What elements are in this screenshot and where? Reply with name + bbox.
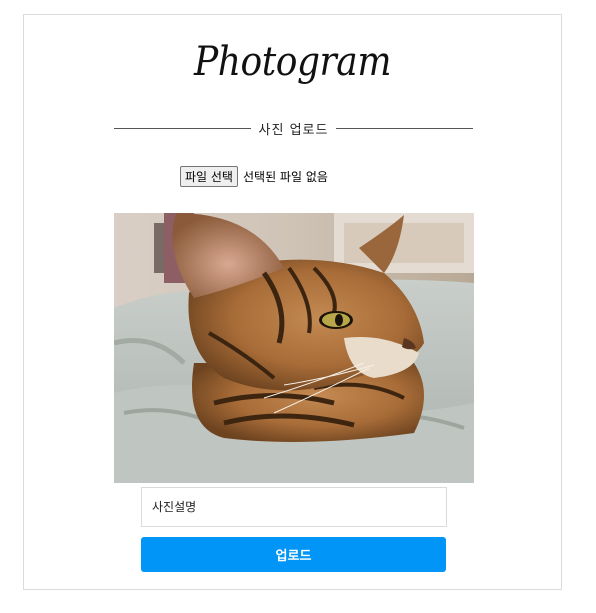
file-input[interactable]: 파일 선택 선택된 파일 없음 <box>180 166 328 187</box>
image-preview <box>114 213 474 483</box>
upload-button[interactable]: 업로드 <box>141 537 446 572</box>
cat-photo <box>114 213 474 483</box>
caption-input[interactable] <box>141 487 447 527</box>
upload-card: Photogram 사진 업로드 파일 선택 선택된 파일 없음 사진설명 업로… <box>23 14 562 590</box>
section-divider: 사진 업로드 <box>114 119 473 138</box>
section-title: 사진 업로드 <box>258 123 329 138</box>
divider-line-right <box>336 128 473 129</box>
app-logo: Photogram <box>193 39 392 85</box>
choose-file-button[interactable]: 파일 선택 <box>180 166 238 187</box>
file-status-text: 선택된 파일 없음 <box>242 170 328 184</box>
divider-line-left <box>114 128 251 129</box>
